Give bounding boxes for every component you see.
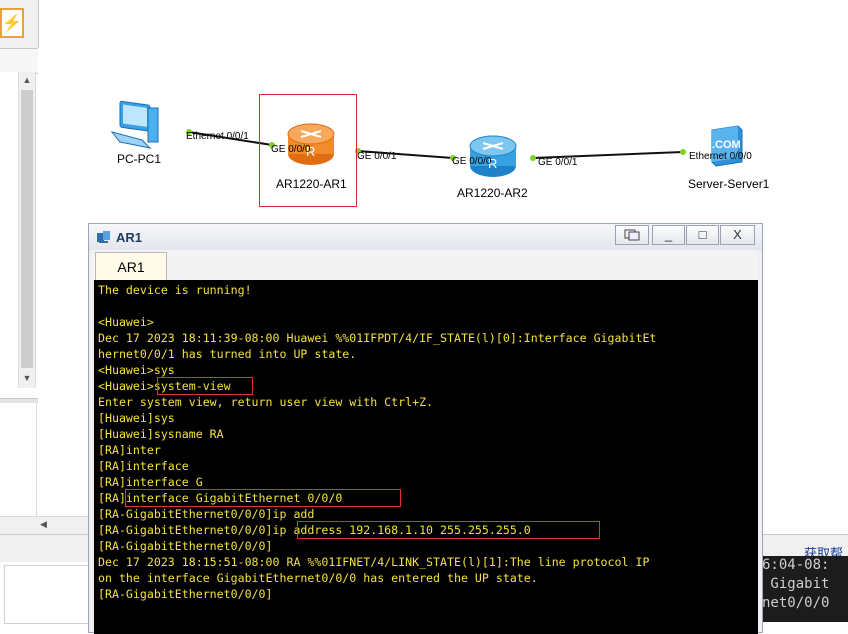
command-highlight: [157, 377, 253, 395]
pc-icon: [110, 100, 159, 149]
left-lower-panel: [0, 403, 37, 533]
terminal-line: [RA-GigabitEthernet0/0/0]: [98, 587, 273, 601]
command-highlight: [297, 521, 600, 539]
device-label-ar2[interactable]: AR1220-AR2: [457, 186, 528, 200]
window-title-bar[interactable]: AR1 _ □ X: [89, 224, 762, 250]
link-dot: [530, 155, 536, 161]
console-window[interactable]: AR1 _ □ X AR1 The device is running! <Hu…: [88, 223, 763, 634]
terminal-line: hernet0/0/1 has turned into UP state.: [98, 347, 357, 361]
terminal-output[interactable]: The device is running! <Huawei> Dec 17 2…: [94, 280, 758, 634]
minimize-button[interactable]: _: [652, 225, 685, 245]
terminal-line: [RA-GigabitEthernet0/0/0]: [98, 539, 273, 553]
terminal-line: [RA]interface G: [98, 475, 203, 489]
port-label: GE 0/0/0: [452, 156, 492, 167]
horizontal-scrollbar[interactable]: ◀: [0, 516, 92, 535]
side-terminal-line: net0/0/0: [762, 595, 830, 611]
terminal-line: <Huawei>: [98, 315, 154, 329]
tab-strip: AR1: [91, 250, 758, 280]
terminal-line: [RA]interface: [98, 459, 189, 473]
terminal-line: <Huawei>sys: [98, 363, 175, 377]
window-title: AR1: [116, 230, 143, 245]
device-label-ar1[interactable]: AR1220-AR1: [276, 177, 347, 191]
terminal-line: Enter system view, return user view with…: [98, 395, 434, 409]
scroll-down-icon[interactable]: ▼: [19, 370, 35, 386]
side-terminal: 6:04-08: Gigabit net0/0/0: [762, 556, 848, 622]
port-label: GE 0/0/1: [357, 151, 397, 162]
link-dot: [680, 149, 686, 155]
side-terminal-line: Gigabit: [762, 576, 830, 592]
topology-canvas: R R .COM: [110, 100, 743, 177]
device-label-server1[interactable]: Server-Server1: [688, 177, 769, 191]
terminal-line: [Huawei]sysname RA: [98, 427, 224, 441]
terminal-line: [RA-GigabitEthernet0/0/0]ip add: [98, 507, 315, 521]
server-badge: .COM: [712, 139, 741, 151]
side-terminal-line: 6:04-08:: [762, 557, 830, 573]
terminal-line: [RA]inter: [98, 443, 161, 457]
restore-icon[interactable]: [615, 225, 649, 245]
port-label: Ethernet 0/0/0: [689, 151, 752, 162]
close-button[interactable]: X: [720, 225, 755, 245]
terminal-line: on the interface GigabitEthernet0/0/0 ha…: [98, 571, 538, 585]
maximize-button[interactable]: □: [686, 225, 719, 245]
bottom-list-cell: [4, 565, 90, 624]
command-highlight: [125, 489, 401, 507]
scroll-left-icon[interactable]: ◀: [40, 519, 47, 530]
tab-ar1[interactable]: AR1: [95, 252, 167, 280]
terminal-app-icon: [97, 231, 110, 243]
port-label: GE 0/0/0: [271, 144, 311, 155]
terminal-line: The device is running!: [98, 283, 252, 297]
terminal-line: Dec 17 2023 18:11:39-08:00 Huawei %%01IF…: [98, 331, 657, 345]
terminal-line: [Huawei]sys: [98, 411, 175, 425]
port-label: Ethernet 0/0/1: [186, 131, 249, 142]
port-label: GE 0/0/1: [538, 157, 578, 168]
device-label-pc1[interactable]: PC-PC1: [117, 152, 161, 166]
terminal-line: Dec 17 2023 18:15:51-08:00 RA %%01IFNET/…: [98, 555, 650, 569]
